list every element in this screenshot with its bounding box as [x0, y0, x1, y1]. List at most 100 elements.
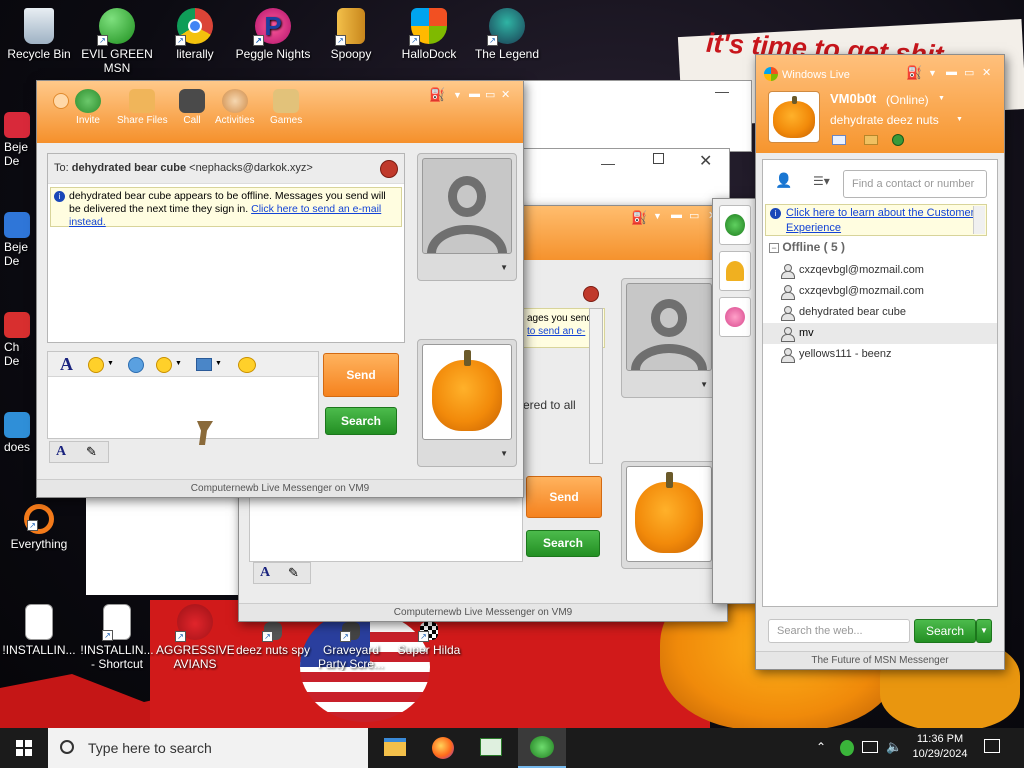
find-contact-input[interactable]: Find a contact or number: [843, 170, 987, 198]
my-username[interactable]: VM0b0t: [830, 91, 876, 106]
maximize-icon[interactable]: ▭: [485, 88, 495, 101]
minimize-icon[interactable]: ▬: [671, 209, 682, 221]
contact-row[interactable]: cxzqevbgl@mozmail.com: [763, 281, 997, 302]
paint-bucket-icon[interactable]: ⛽: [429, 87, 445, 103]
send-button[interactable]: Send: [323, 353, 399, 397]
minimize-icon[interactable]: ▬: [469, 88, 480, 100]
send-button[interactable]: Send: [526, 476, 602, 518]
desktop-icon-ch[interactable]: Ch De: [4, 312, 40, 368]
chevron-up-icon[interactable]: ⌃: [816, 740, 826, 754]
contact-row[interactable]: dehydrated bear cube: [763, 302, 997, 323]
folder-icon[interactable]: [864, 135, 878, 145]
my-avatar-box[interactable]: ▼: [417, 339, 517, 467]
clock[interactable]: 11:36 PM 10/29/2024: [908, 732, 972, 762]
msn-tray-icon[interactable]: [840, 740, 854, 756]
close-conversation-icon[interactable]: [380, 160, 398, 178]
desktop-icon-deez-nuts-spy[interactable]: ↗ deez nuts spy: [234, 622, 312, 657]
chevron-down-icon[interactable]: ▼: [453, 90, 462, 100]
desktop-icon-literally[interactable]: ↗ literally: [156, 8, 234, 61]
paint-bucket-icon[interactable]: ⛽: [631, 210, 647, 226]
nudge-icon[interactable]: [238, 357, 256, 373]
contact-list-window[interactable]: Windows Live ⛽ ▼ ▬ ▭ ✕ VM0b0t (Online) ▼…: [755, 54, 1005, 670]
maximize-icon[interactable]: ▭: [964, 66, 974, 79]
app-taskbar-icon[interactable]: [480, 738, 502, 756]
maximize-icon[interactable]: ▭: [689, 209, 699, 222]
desktop-icon-aggressive-avians[interactable]: ↗ AGGRESSIVE AVIANS: [156, 604, 234, 671]
voice-clip-icon[interactable]: [128, 357, 144, 373]
background-icon[interactable]: [196, 358, 212, 371]
chevron-down-icon[interactable]: ▼: [956, 116, 963, 123]
close-icon[interactable]: ✕: [982, 66, 991, 79]
web-search-button[interactable]: Search: [914, 619, 976, 643]
list-view-icon[interactable]: ☰▾: [813, 174, 835, 188]
start-button[interactable]: [0, 728, 48, 768]
social-dock-icon[interactable]: [719, 297, 751, 337]
desktop-icon-the-legend[interactable]: ↗ The Legend: [468, 8, 546, 61]
chevron-down-icon[interactable]: ▼: [107, 360, 114, 367]
minimize-icon[interactable]: ▬: [946, 66, 957, 78]
desktop-icon-bejeweled-2[interactable]: Beje De: [4, 212, 40, 268]
activities-button[interactable]: Activities: [215, 89, 254, 126]
chevron-down-icon[interactable]: ▼: [215, 360, 222, 367]
desktop-icon-evil-green-msn[interactable]: ↗ EVIL GREEN MSN: [78, 8, 156, 75]
desktop-icon-peggle-nights[interactable]: P ↗ Peggle Nights: [234, 8, 312, 61]
contact-row[interactable]: yellows111 - beenz: [763, 344, 997, 365]
desktop-icon-everything[interactable]: ↗ Everything: [0, 504, 78, 551]
desktop-icon-hallodock[interactable]: ↗ HalloDock: [390, 8, 468, 61]
paint-bucket-icon[interactable]: ⛽: [906, 65, 922, 81]
contacts-dock-icon[interactable]: [719, 205, 751, 245]
send-email-link[interactable]: to send an e-: [527, 326, 585, 337]
personal-message[interactable]: dehydrate deez nuts: [830, 113, 939, 127]
globe-icon[interactable]: [892, 134, 904, 146]
desktop-icon-installing-shortcut[interactable]: ↗ !INSTALLIN... - Shortcut: [78, 604, 156, 671]
chat-window-main[interactable]: Invite Share Files Call Activities Games…: [36, 80, 524, 498]
taskbar-search-input[interactable]: Type here to search: [48, 728, 368, 768]
font-icon[interactable]: A: [60, 354, 73, 375]
msn-messenger-taskbar-button[interactable]: [518, 728, 566, 768]
search-dropdown-button[interactable]: ▼: [976, 619, 992, 643]
call-button[interactable]: Call: [179, 89, 205, 126]
desktop-icon-bejeweled-1[interactable]: Beje De: [4, 112, 40, 168]
desktop-icon-recycle-bin[interactable]: Recycle Bin: [0, 8, 78, 61]
network-icon[interactable]: [862, 741, 878, 753]
chevron-down-icon[interactable]: ▼: [928, 68, 937, 78]
handwriting-icon[interactable]: ✎: [288, 565, 299, 581]
close-icon[interactable]: ✕: [501, 88, 510, 101]
firefox-taskbar-icon[interactable]: [432, 737, 454, 759]
handwriting-icon[interactable]: ✎: [86, 444, 97, 460]
promo-scrollbar[interactable]: [973, 206, 985, 234]
font-icon[interactable]: A: [56, 444, 66, 460]
search-button[interactable]: Search: [526, 530, 600, 557]
scrollbar[interactable]: [589, 308, 603, 464]
wink-icon[interactable]: [156, 357, 172, 373]
contact-avatar-box[interactable]: ▼: [417, 153, 517, 281]
background-window[interactable]: —: [522, 80, 752, 152]
desktop-icon-super-hilda[interactable]: ↗ Super Hilda: [390, 622, 468, 657]
contact-avatar-box[interactable]: ▼: [621, 278, 717, 398]
games-button[interactable]: Games: [270, 89, 302, 126]
desktop-icon-graveyard[interactable]: ↗ Graveyard Party Scre...: [312, 622, 390, 671]
invite-button[interactable]: Invite: [75, 89, 101, 126]
font-icon[interactable]: A: [260, 565, 270, 581]
my-avatar-box[interactable]: [621, 461, 717, 569]
chevron-down-icon[interactable]: ▼: [653, 211, 662, 221]
web-search-input[interactable]: Search the web...: [768, 619, 910, 643]
my-status[interactable]: (Online): [886, 93, 929, 107]
contact-row-selected[interactable]: mv: [763, 323, 997, 344]
message-input[interactable]: [50, 379, 316, 436]
add-contact-icon[interactable]: 👤: [775, 172, 795, 190]
file-explorer-taskbar-icon[interactable]: [384, 738, 406, 756]
chevron-down-icon[interactable]: ▼: [175, 360, 182, 367]
my-display-picture[interactable]: [768, 91, 820, 143]
chevron-down-icon[interactable]: ▼: [938, 95, 945, 102]
alerts-bell-icon[interactable]: [719, 251, 751, 291]
notification-icon[interactable]: [984, 739, 1000, 753]
volume-icon[interactable]: 🔈: [886, 739, 902, 755]
customer-experience-link[interactable]: Click here to learn about the Customer E…: [786, 207, 974, 234]
emoticon-icon[interactable]: [88, 357, 104, 373]
desktop-icon-installing[interactable]: !INSTALLIN...: [0, 604, 78, 657]
search-button[interactable]: Search: [325, 407, 397, 435]
mail-icon[interactable]: [832, 135, 846, 145]
desktop-icon-does[interactable]: does: [4, 412, 40, 454]
desktop-icon-spoopy[interactable]: ↗ Spoopy: [312, 8, 390, 61]
